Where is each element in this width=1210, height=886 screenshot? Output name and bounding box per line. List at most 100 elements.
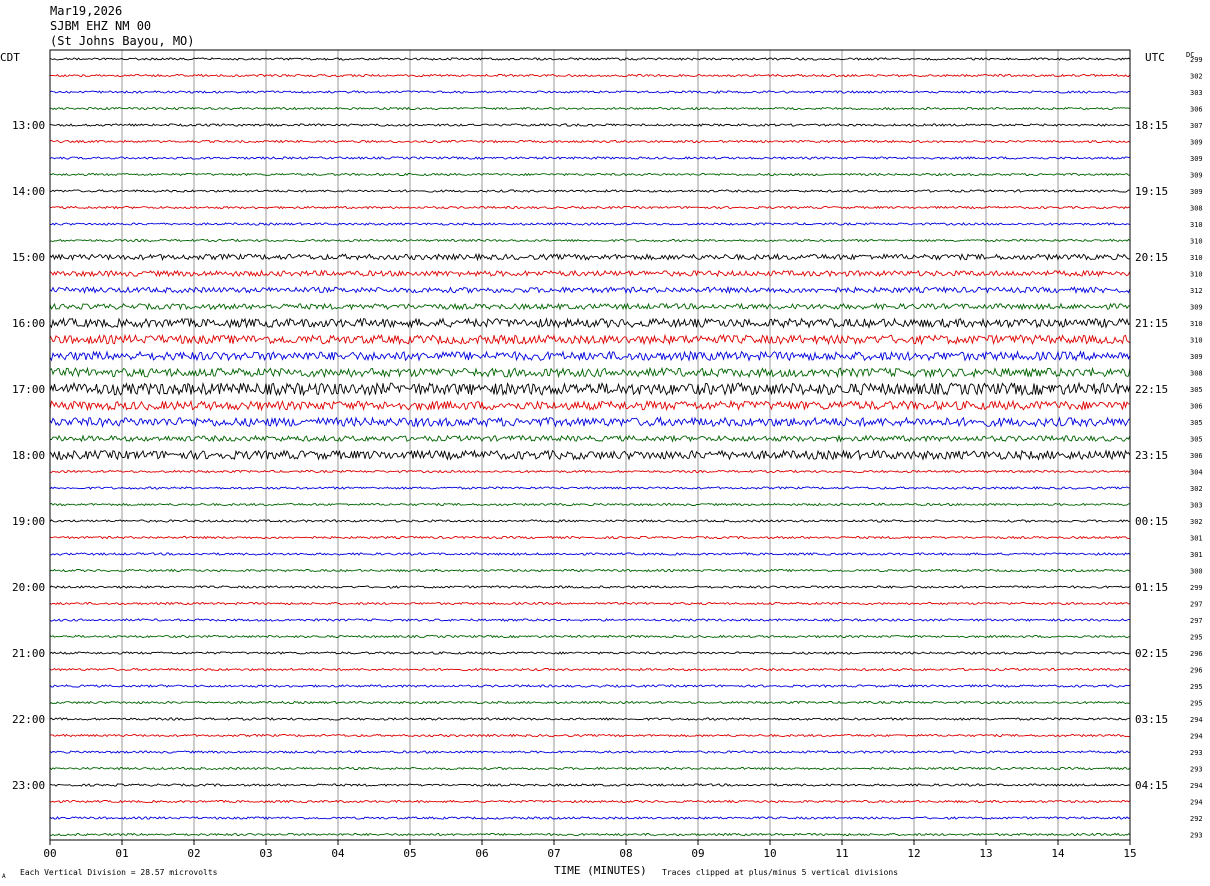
right-hour-label: 03:15 <box>1135 713 1168 726</box>
cdt-label: CDT <box>0 51 20 64</box>
x-tick-label-11: 11 <box>835 847 848 860</box>
dc-offset-value: 303 <box>1190 89 1203 97</box>
right-hour-label: 22:15 <box>1135 383 1168 396</box>
trace-line-31 <box>49 568 1131 573</box>
right-hour-label: 01:15 <box>1135 581 1168 594</box>
trace-line-4 <box>49 123 1131 127</box>
dc-offset-value: 295 <box>1190 700 1203 708</box>
dc-offset-value: 306 <box>1190 403 1203 411</box>
x-tick-label-03: 03 <box>259 847 272 860</box>
trace-line-3 <box>49 106 1131 111</box>
dc-offset-value: 294 <box>1190 716 1203 724</box>
seismic-traces <box>49 57 1131 837</box>
trace-line-39 <box>49 700 1131 705</box>
dc-offset-value: 310 <box>1190 337 1203 345</box>
trace-line-42 <box>49 750 1130 754</box>
x-tick-label-09: 09 <box>691 847 704 860</box>
trace-line-40 <box>49 717 1131 721</box>
trace-line-20 <box>49 381 1131 397</box>
dc-offset-value: 293 <box>1190 832 1203 840</box>
trace-line-0 <box>49 57 1131 61</box>
dc-offset-value: 309 <box>1190 304 1203 312</box>
dc-offset-value: 306 <box>1190 452 1203 460</box>
dc-offset-value: 297 <box>1190 617 1203 625</box>
dc-offset-value: 310 <box>1190 221 1203 229</box>
seismogram-plot: 00 01 02 03 04 05 06 07 08 09 10 11 12 13 14 15 13:00 14… <box>0 49 1203 880</box>
left-hour-label: 17:00 <box>12 383 45 396</box>
dc-offset-column: 299 302 303 306 307 309 309 309 309 308 310 310 310 3… <box>1190 56 1203 840</box>
x-tick-label-07: 07 <box>547 847 560 860</box>
trace-line-37 <box>49 667 1131 672</box>
trace-line-30 <box>49 552 1131 556</box>
right-hour-label: 02:15 <box>1135 647 1168 660</box>
dc-offset-value: 295 <box>1190 683 1203 691</box>
dc-offset-value: 294 <box>1190 782 1203 790</box>
x-tick-label-05: 05 <box>403 847 416 860</box>
dc-offset-value: 296 <box>1190 650 1203 658</box>
dc-offset-value: 292 <box>1190 815 1203 823</box>
dc-offset-value: 296 <box>1190 667 1203 675</box>
dc-offset-value: 297 <box>1190 601 1203 609</box>
trace-line-6 <box>49 156 1131 160</box>
dc-offset-value: 310 <box>1190 254 1203 262</box>
left-hour-label: 15:00 <box>12 251 45 264</box>
trace-line-12 <box>49 252 1131 262</box>
left-hour-label: 22:00 <box>12 713 45 726</box>
minute-gridlines <box>121 50 1059 840</box>
right-hour-label: 20:15 <box>1135 251 1168 264</box>
x-tick-label-06: 06 <box>475 847 488 860</box>
dc-offset-value: 309 <box>1190 188 1203 196</box>
right-hour-label: 23:15 <box>1135 449 1168 462</box>
trace-line-47 <box>49 832 1131 837</box>
x-tick-label-00: 00 <box>43 847 56 860</box>
trace-line-5 <box>49 139 1131 144</box>
left-hour-label: 18:00 <box>12 449 45 462</box>
trace-line-38 <box>49 684 1131 688</box>
right-hour-label: 18:15 <box>1135 119 1168 132</box>
dc-offset-value: 294 <box>1190 733 1203 741</box>
dc-offset-value: 302 <box>1190 73 1203 81</box>
utc-label: UTC <box>1145 51 1165 64</box>
trace-line-13 <box>49 269 1131 278</box>
trace-line-23 <box>50 434 1131 443</box>
dc-offset-value: 305 <box>1190 386 1203 394</box>
trace-line-11 <box>49 238 1131 243</box>
trace-line-32 <box>49 585 1131 589</box>
trace-line-24 <box>49 449 1131 461</box>
dc-offset-value: 307 <box>1190 122 1203 130</box>
right-hour-label: 19:15 <box>1135 185 1168 198</box>
dc-offset-value: 293 <box>1190 749 1203 757</box>
left-hour-label: 14:00 <box>12 185 45 198</box>
trace-line-26 <box>49 486 1131 490</box>
trace-line-8 <box>49 189 1130 193</box>
trace-line-18 <box>49 350 1131 362</box>
x-tick-label-02: 02 <box>187 847 200 860</box>
left-hour-label: 20:00 <box>12 581 45 594</box>
trace-line-7 <box>49 172 1131 177</box>
right-hour-label: 21:15 <box>1135 317 1168 330</box>
trace-line-41 <box>50 733 1131 738</box>
trace-line-35 <box>49 634 1131 639</box>
dc-offset-value: 302 <box>1190 518 1203 526</box>
dc-offset-value: 309 <box>1190 155 1203 163</box>
x-axis-ticks: 00 01 02 03 04 05 06 07 08 09 10 11 12 13 14 15 <box>43 840 1137 860</box>
dc-offset-value: 306 <box>1190 106 1203 114</box>
plot-frame <box>49 49 1131 841</box>
left-hour-label: 19:00 <box>12 515 45 528</box>
dc-offset-value: 308 <box>1190 205 1203 213</box>
left-hour-label: 21:00 <box>12 647 45 660</box>
clip-note: Traces clipped at plus/minus 5 vertical … <box>662 868 898 877</box>
dc-offset-value: 303 <box>1190 502 1203 510</box>
dc-label: DC <box>1186 51 1194 59</box>
right-hour-label: 00:15 <box>1135 515 1168 528</box>
trace-line-1 <box>49 73 1131 78</box>
dc-offset-value: 293 <box>1190 766 1203 774</box>
dc-offset-value: 310 <box>1190 271 1203 279</box>
trace-line-9 <box>49 205 1131 210</box>
scale-note: Each Vertical Division = 28.57 microvolt… <box>20 868 218 877</box>
trace-line-44 <box>49 783 1131 787</box>
right-hour-labels: 18:15 19:15 20:15 21:15 22:15 23:15 00:15 01:15… <box>1135 119 1168 792</box>
trace-line-45 <box>49 799 1131 804</box>
x-tick-label-14: 14 <box>1051 847 1065 860</box>
trace-line-19 <box>49 366 1131 379</box>
